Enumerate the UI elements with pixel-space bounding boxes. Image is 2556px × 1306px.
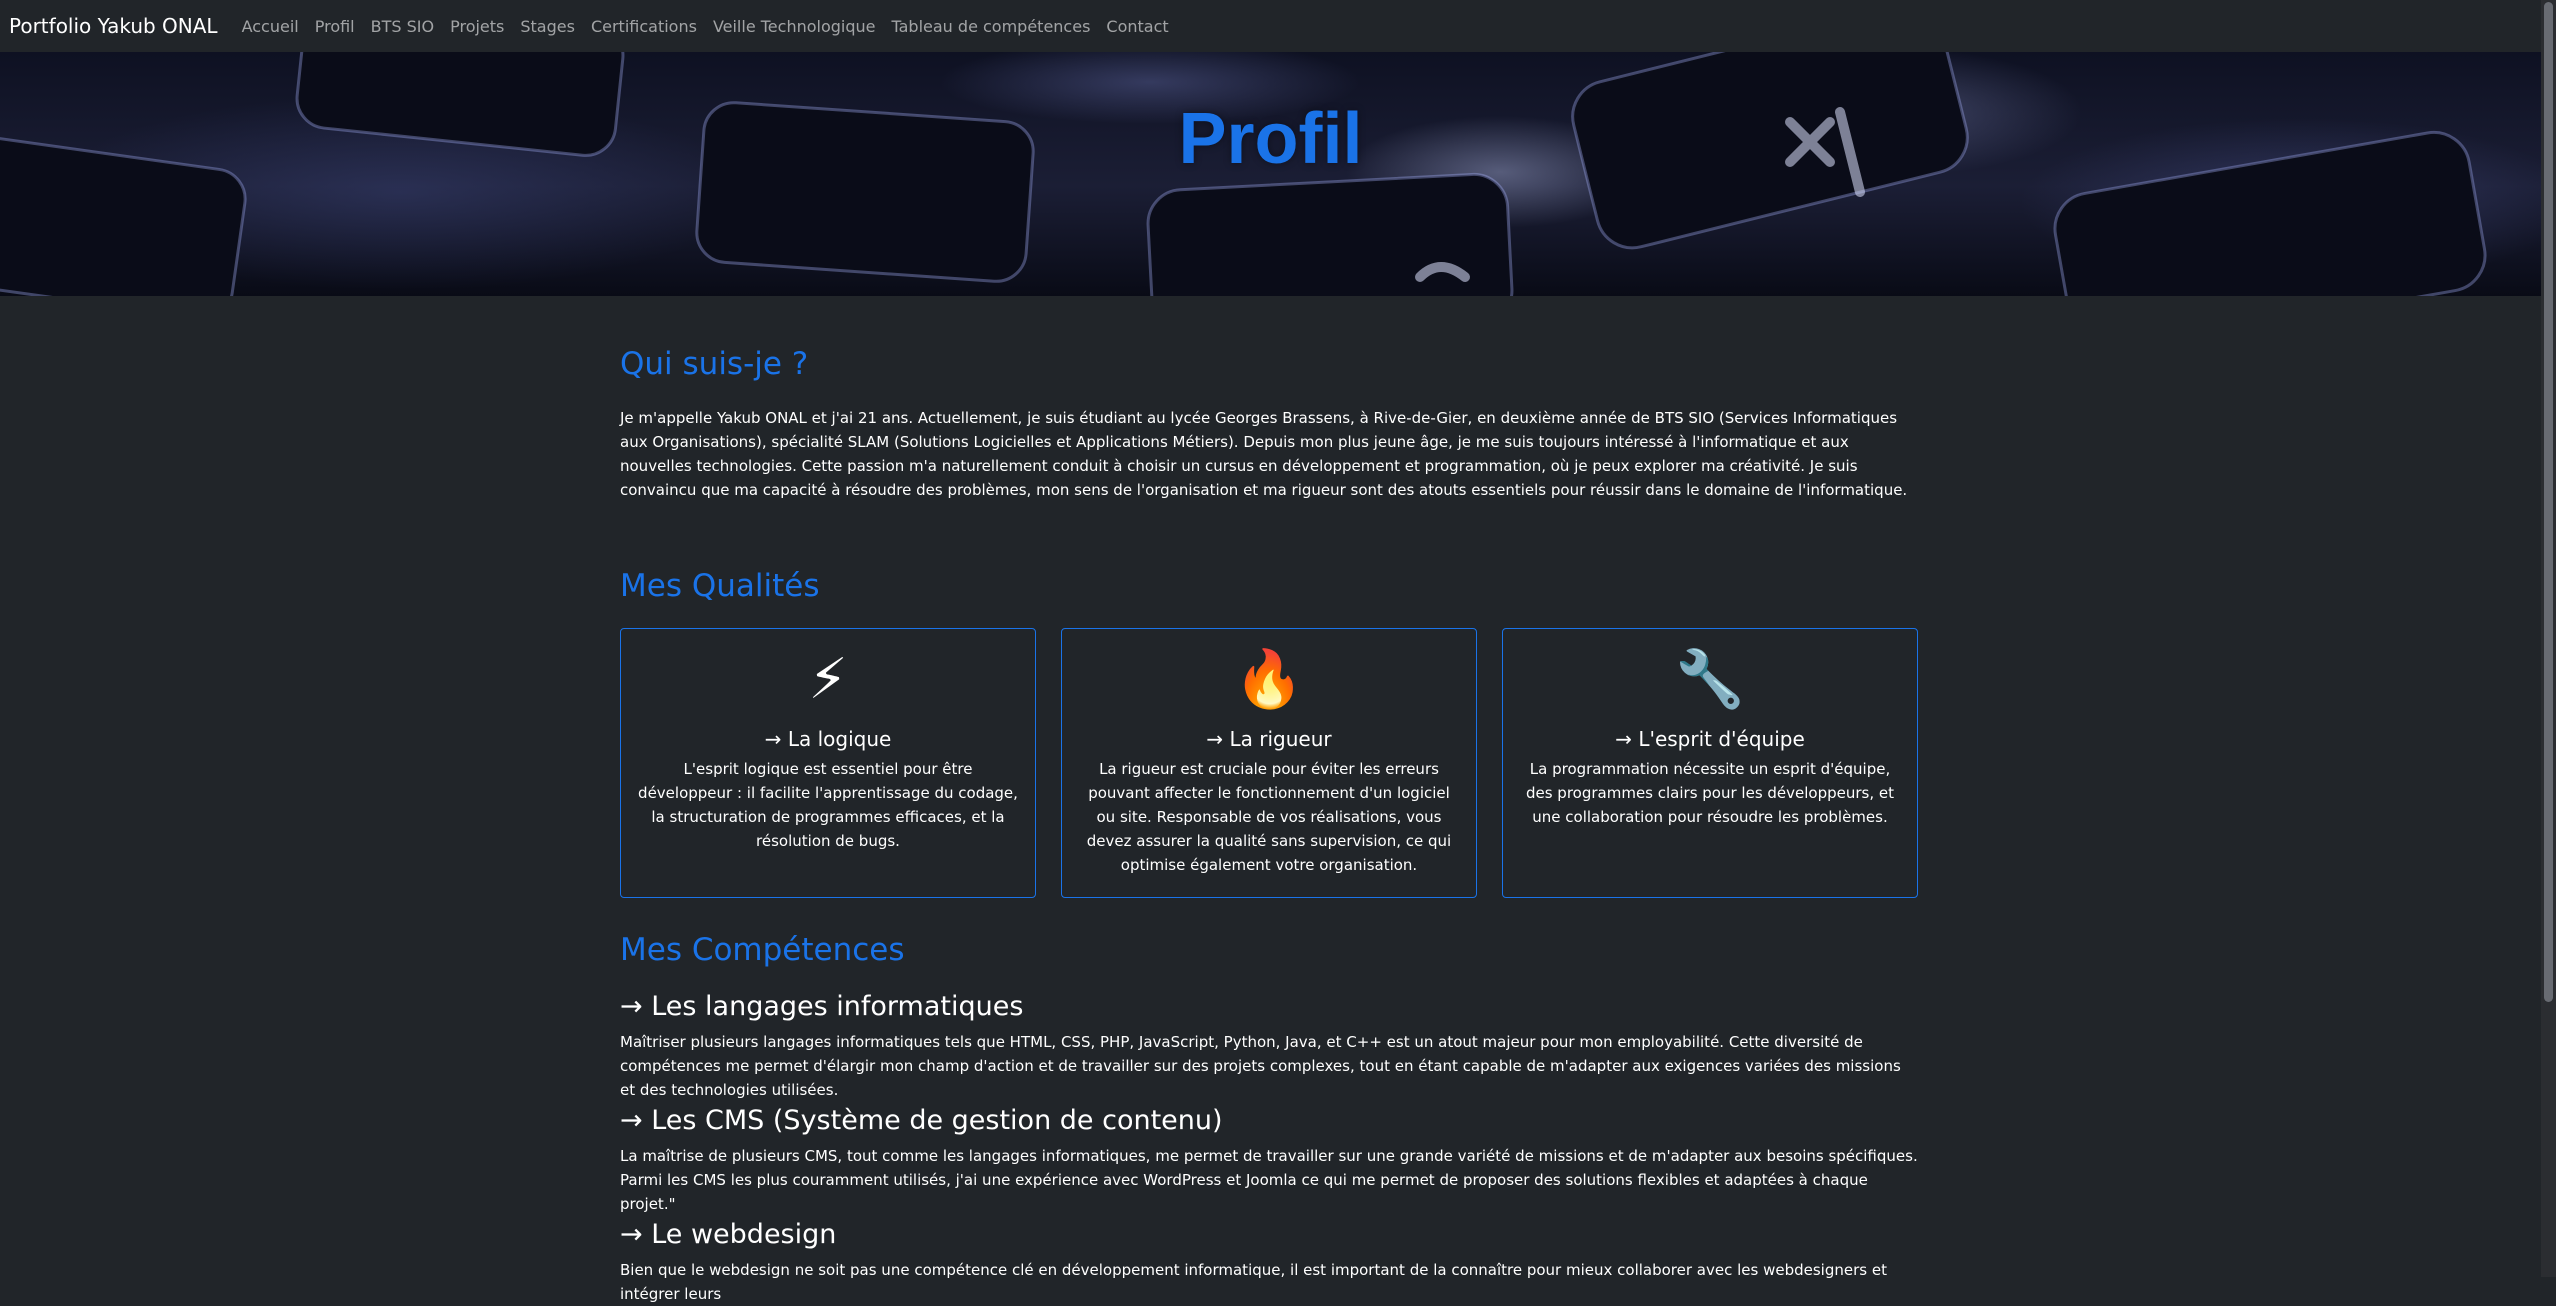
nav-link-veille-technologique[interactable]: Veille Technologique	[713, 17, 876, 36]
nav-link-accueil[interactable]: Accueil	[242, 17, 299, 36]
nav-link-stages[interactable]: Stages	[520, 17, 575, 36]
quality-card-title: → La rigueur	[1206, 727, 1332, 751]
wrench-icon: 🔧	[1675, 647, 1745, 712]
quality-card-title: → La logique	[764, 727, 892, 751]
nav-link-tableau-competences[interactable]: Tableau de compétences	[892, 17, 1091, 36]
lightning-icon: ⚡	[808, 647, 848, 712]
navbar-brand[interactable]: Portfolio Yakub ONAL	[9, 14, 218, 38]
nav-link-projets[interactable]: Projets	[450, 17, 504, 36]
competence-cms: → Les CMS (Système de gestion de contenu…	[620, 1105, 1918, 1216]
about-title: Qui suis-je ?	[620, 346, 809, 382]
competence-heading: → Les langages informatiques	[620, 991, 1024, 1022]
page-scrollbar[interactable]	[2541, 0, 2556, 1277]
qualities-title: Mes Qualités	[620, 568, 820, 604]
competence-text: Bien que le webdesign ne soit pas une co…	[620, 1261, 1887, 1303]
competence-webdesign: → Le webdesign Bien que le webdesign ne …	[620, 1219, 1918, 1306]
competence-heading: → Le webdesign	[620, 1219, 837, 1250]
quality-card-text: La programmation nécessite un esprit d'é…	[1525, 760, 1895, 826]
quality-card-title: → L'esprit d'équipe	[1615, 727, 1805, 751]
scrollbar-thumb[interactable]	[2544, 2, 2553, 1002]
fire-icon: 🔥	[1234, 647, 1304, 712]
about-text: Je m'appelle Yakub ONAL et j'ai 21 ans. …	[620, 409, 1908, 499]
quality-card-text: La rigueur est cruciale pour éviter les …	[1086, 760, 1452, 874]
quality-card-rigueur: 🔥 → La rigueur La rigueur est cruciale p…	[1061, 628, 1477, 898]
nav-link-profil[interactable]: Profil	[315, 17, 355, 36]
nav-links: Accueil Profil BTS SIO Projets Stages Ce…	[242, 17, 1185, 36]
qualities-cards: ⚡ → La logique L'esprit logique est esse…	[620, 628, 1918, 898]
navbar: Portfolio Yakub ONAL Accueil Profil BTS …	[0, 0, 2541, 52]
page-title: Profil	[1178, 99, 1363, 179]
quality-card-esprit-equipe: 🔧 → L'esprit d'équipe La programmation n…	[1502, 628, 1918, 898]
competence-heading: → Les CMS (Système de gestion de contenu…	[620, 1105, 1223, 1136]
competence-text: La maîtrise de plusieurs CMS, tout comme…	[620, 1147, 1918, 1213]
nav-link-bts-sio[interactable]: BTS SIO	[371, 17, 434, 36]
nav-link-certifications[interactable]: Certifications	[591, 17, 697, 36]
quality-card-logique: ⚡ → La logique L'esprit logique est esse…	[620, 628, 1036, 898]
competence-langages: → Les langages informatiques Maîtriser p…	[620, 991, 1918, 1102]
hero-banner: Profil	[0, 52, 2541, 296]
quality-card-text: L'esprit logique est essentiel pour être…	[638, 760, 1018, 850]
nav-link-contact[interactable]: Contact	[1106, 17, 1168, 36]
competence-text: Maîtriser plusieurs langages informatiqu…	[620, 1033, 1901, 1099]
competences-title: Mes Compétences	[620, 932, 905, 968]
